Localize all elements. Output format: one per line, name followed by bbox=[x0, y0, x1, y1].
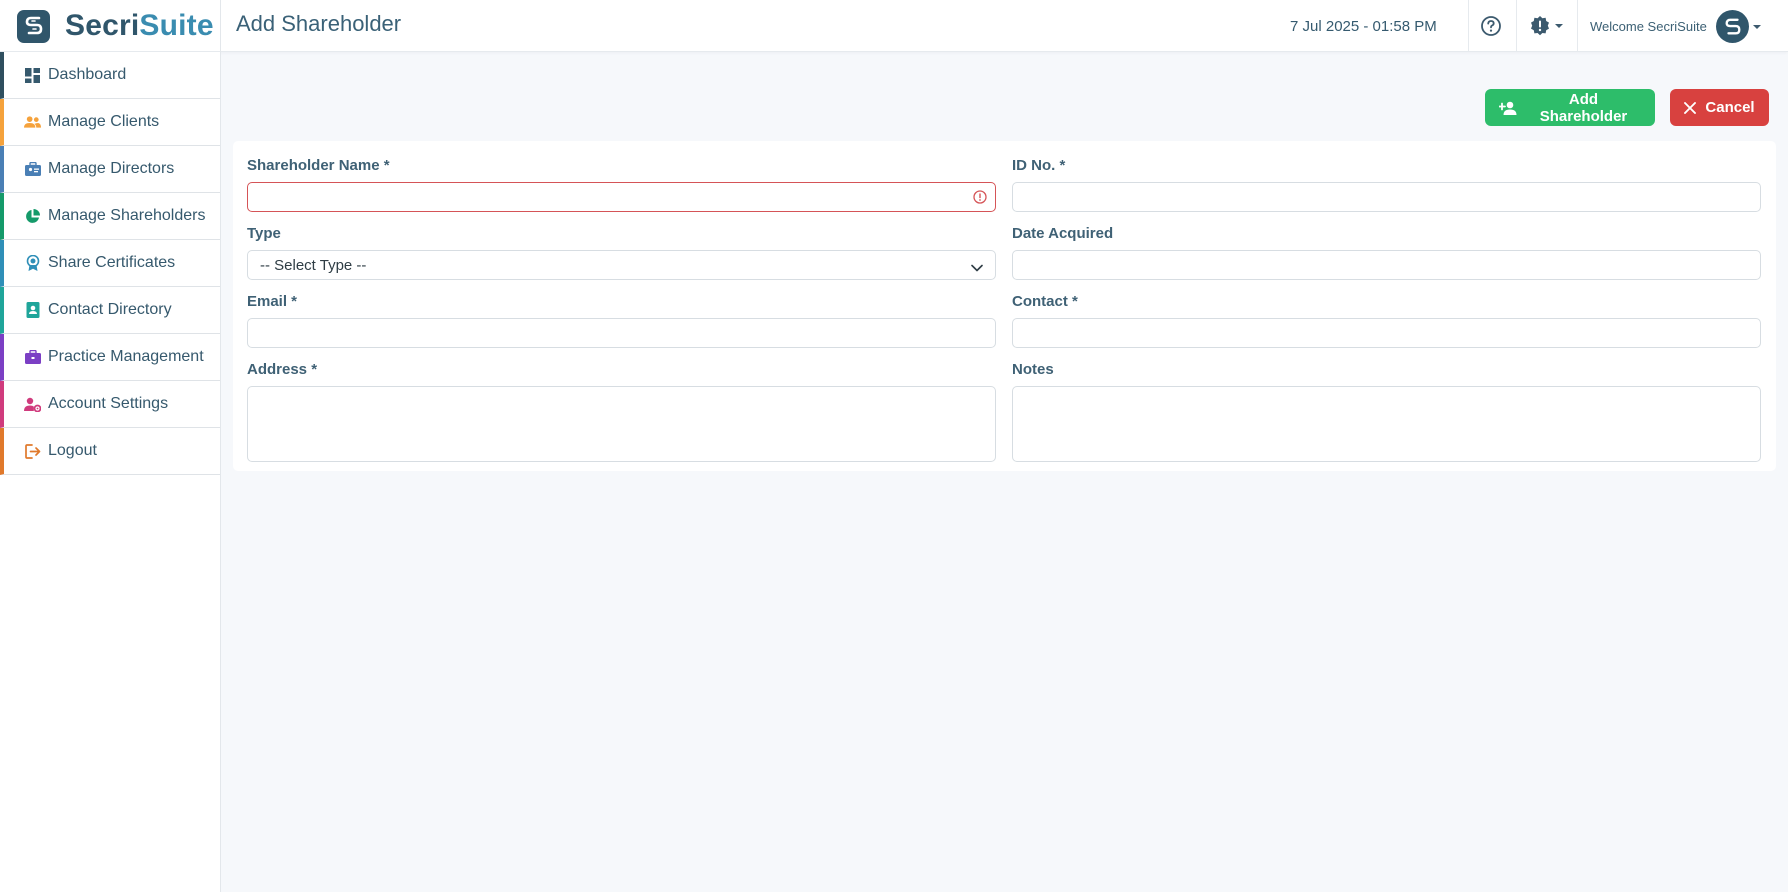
address-textarea[interactable] bbox=[247, 386, 996, 462]
contact-input[interactable] bbox=[1012, 318, 1761, 348]
add-shareholder-label: Add Shareholder bbox=[1539, 90, 1628, 125]
briefcase-icon bbox=[24, 349, 41, 366]
sidebar-item-share-certificates[interactable]: Share Certificates bbox=[0, 240, 220, 287]
award-icon bbox=[24, 255, 41, 272]
brand[interactable]: SecriSuite bbox=[0, 0, 221, 52]
date-acquired-label: Date Acquired bbox=[1012, 225, 1114, 242]
sidebar-item-manage-directors[interactable]: Manage Directors bbox=[0, 146, 220, 193]
header-divider bbox=[1516, 0, 1517, 52]
sidebar-item-label: Logout bbox=[48, 442, 97, 459]
brand-logo-icon bbox=[17, 9, 50, 43]
id-no-label: ID No. * bbox=[1012, 157, 1066, 174]
sidebar-item-label: Account Settings bbox=[48, 395, 169, 412]
dashboard-icon bbox=[24, 67, 41, 84]
brand-logo-icon bbox=[1725, 18, 1740, 34]
sidebar-item-logout[interactable]: Logout bbox=[0, 428, 220, 475]
datetime-display: 7 Jul 2025 - 01:58 PM bbox=[1290, 18, 1437, 35]
form-actions: Add Shareholder Cancel bbox=[1485, 89, 1769, 126]
sidebar-item-account-settings[interactable]: Account Settings bbox=[0, 381, 220, 428]
logout-icon bbox=[24, 443, 41, 460]
briefcase-badge-icon bbox=[24, 161, 41, 178]
sidebar-item-manage-shareholders[interactable]: Manage Shareholders bbox=[0, 193, 220, 240]
chevron-down-icon bbox=[971, 259, 983, 276]
notes-label: Notes bbox=[1012, 361, 1054, 378]
shareholder-name-input[interactable] bbox=[247, 182, 996, 212]
sidebar-item-label: Share Certificates bbox=[48, 254, 176, 271]
email-group: Email * bbox=[247, 293, 996, 348]
help-button[interactable] bbox=[1480, 15, 1502, 37]
sidebar-item-dashboard[interactable]: Dashboard bbox=[0, 52, 220, 99]
alert-badge-icon bbox=[1531, 16, 1549, 36]
email-field[interactable] bbox=[247, 318, 996, 348]
type-select[interactable]: -- Select Type -- bbox=[247, 250, 996, 280]
notes-textarea[interactable] bbox=[1012, 386, 1761, 462]
add-shareholder-button[interactable]: Add Shareholder bbox=[1485, 89, 1655, 126]
contact-book-icon bbox=[24, 302, 41, 319]
date-acquired-group: Date Acquired bbox=[1012, 225, 1761, 280]
users-icon bbox=[24, 114, 41, 131]
shareholder-name-label: Shareholder Name * bbox=[247, 157, 390, 174]
sidebar-item-label: Dashboard bbox=[48, 66, 127, 83]
sidebar-item-manage-clients[interactable]: Manage Clients bbox=[0, 99, 220, 146]
error-icon bbox=[973, 190, 987, 208]
brand-name-secondary: Suite bbox=[139, 9, 214, 42]
sidebar: Dashboard Manage Clients Manage Director… bbox=[0, 52, 221, 892]
notes-group: Notes bbox=[1012, 361, 1761, 462]
type-label: Type bbox=[247, 225, 281, 242]
cancel-button[interactable]: Cancel bbox=[1670, 89, 1769, 126]
sidebar-item-label: Manage Clients bbox=[48, 113, 160, 130]
sidebar-item-label: Manage Directors bbox=[48, 160, 175, 177]
type-selected-value: -- Select Type -- bbox=[260, 256, 367, 274]
user-gear-icon bbox=[24, 396, 41, 413]
header-divider bbox=[1468, 0, 1469, 52]
shareholder-name-group: Shareholder Name * bbox=[247, 157, 996, 212]
welcome-text: Welcome SecriSuite bbox=[1590, 19, 1707, 34]
contact-label: Contact * bbox=[1012, 293, 1078, 310]
id-no-group: ID No. * bbox=[1012, 157, 1761, 212]
brand-name: SecriSuite bbox=[65, 9, 214, 43]
sidebar-item-label: Practice Management bbox=[48, 348, 204, 365]
brand-name-primary: Secri bbox=[65, 9, 140, 42]
header-divider bbox=[1577, 0, 1578, 52]
type-group: Type -- Select Type -- bbox=[247, 225, 996, 280]
add-user-icon bbox=[1499, 101, 1517, 115]
top-bar: SecriSuite Add Shareholder 7 Jul 2025 - … bbox=[0, 0, 1788, 52]
sidebar-item-label: Contact Directory bbox=[48, 301, 172, 318]
contact-group: Contact * bbox=[1012, 293, 1761, 348]
date-acquired-input[interactable] bbox=[1012, 250, 1761, 280]
chevron-down-icon bbox=[1555, 24, 1563, 28]
sidebar-item-contact-directory[interactable]: Contact Directory bbox=[0, 287, 220, 334]
shareholder-form: Shareholder Name * ID No. * Type -- Sele… bbox=[233, 141, 1776, 471]
sidebar-item-practice-management[interactable]: Practice Management bbox=[0, 334, 220, 381]
notifications-dropdown[interactable] bbox=[1529, 14, 1567, 38]
pie-chart-icon bbox=[24, 208, 41, 225]
avatar bbox=[1716, 10, 1749, 43]
address-label: Address * bbox=[247, 361, 318, 378]
page-title: Add Shareholder bbox=[236, 11, 402, 36]
close-icon bbox=[1684, 101, 1697, 114]
address-group: Address * bbox=[247, 361, 996, 462]
help-icon bbox=[1481, 16, 1501, 36]
cancel-label: Cancel bbox=[1705, 99, 1755, 116]
id-no-input[interactable] bbox=[1012, 182, 1761, 212]
user-menu[interactable] bbox=[1716, 10, 1761, 43]
email-label: Email * bbox=[247, 293, 298, 310]
chevron-down-icon bbox=[1753, 24, 1761, 29]
sidebar-item-label: Manage Shareholders bbox=[48, 207, 206, 224]
